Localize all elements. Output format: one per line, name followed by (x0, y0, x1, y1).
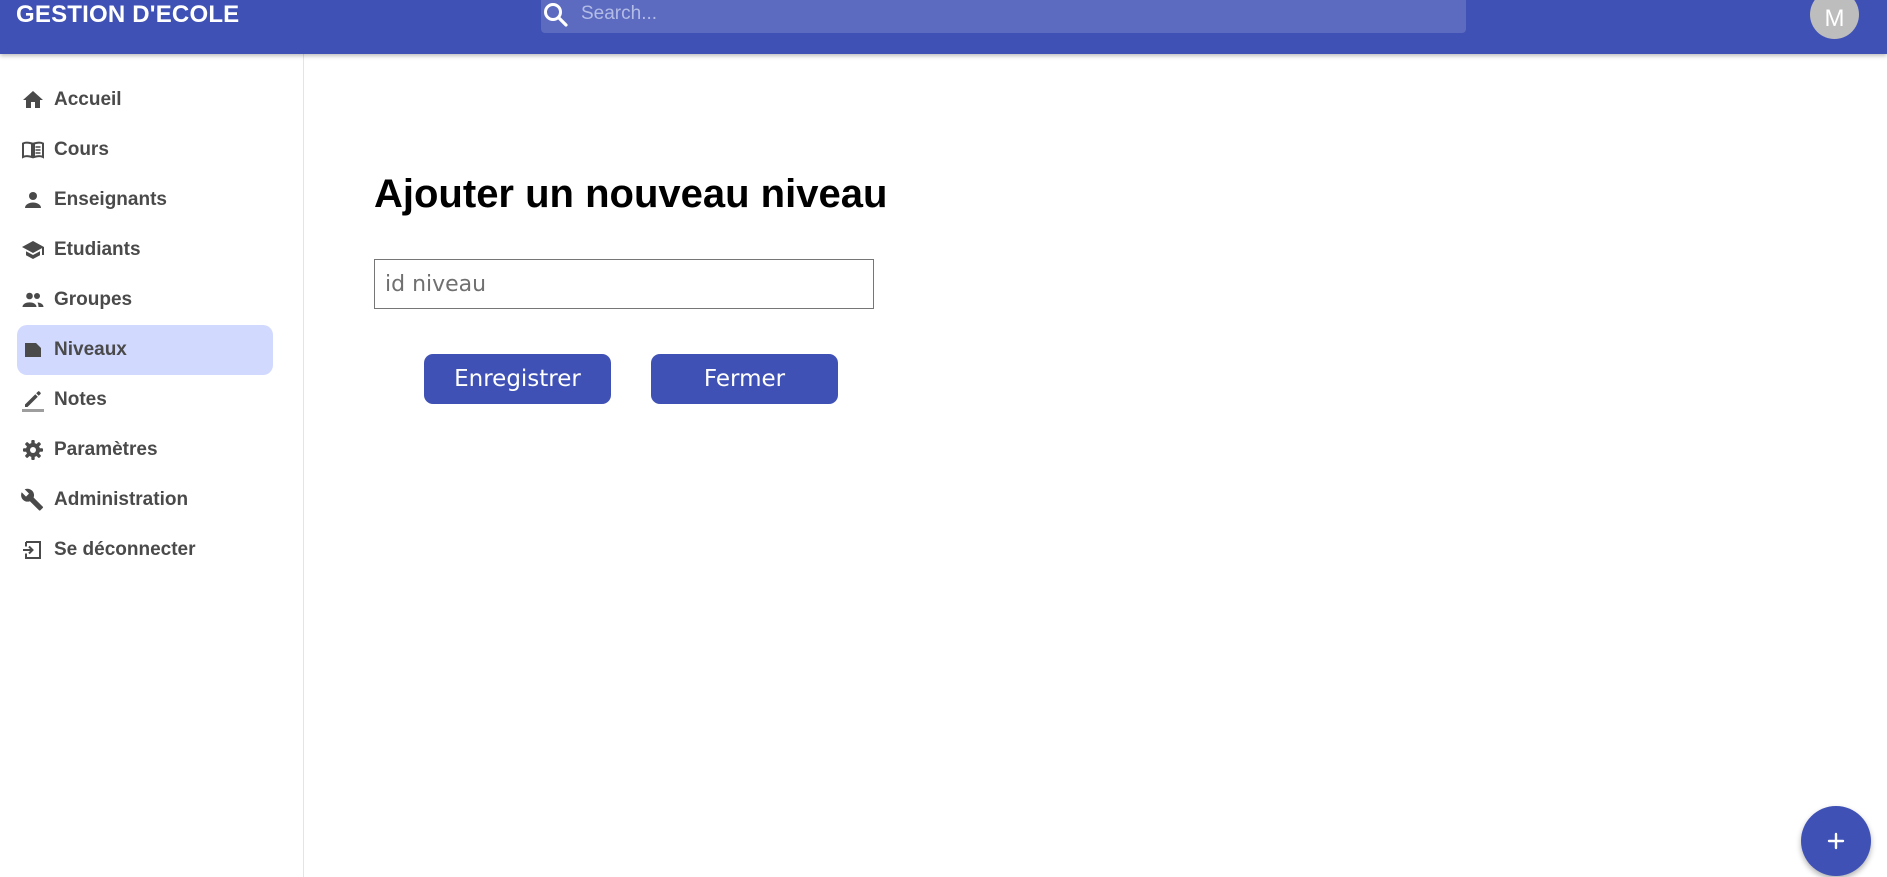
school-icon (21, 238, 45, 262)
plus-icon (1827, 832, 1845, 850)
main-content: Ajouter un nouveau niveau Enregistrer Fe… (304, 54, 1887, 877)
search-input[interactable] (581, 0, 1451, 28)
sidebar-item-parametres[interactable]: Paramètres (17, 425, 273, 475)
sidebar-item-label: Paramètres (54, 439, 158, 460)
add-fab-button[interactable] (1801, 806, 1871, 876)
sidebar-item-administration[interactable]: Administration (17, 475, 273, 525)
sidebar-item-cours[interactable]: Cours (17, 125, 273, 175)
home-icon (21, 88, 45, 112)
search-icon (541, 0, 571, 30)
sidebar-item-groupes[interactable]: Groupes (17, 275, 273, 325)
close-button[interactable]: Fermer (651, 354, 838, 404)
book-icon (21, 138, 45, 162)
sidebar-item-etudiants[interactable]: Etudiants (17, 225, 273, 275)
edit-icon (21, 388, 45, 412)
sidebar-item-label: Cours (54, 139, 109, 160)
sidebar-item-se-deconnecter[interactable]: Se déconnecter (17, 525, 273, 575)
app-title: GESTION D'ECOLE (16, 1, 240, 28)
sidebar-item-label: Notes (54, 389, 107, 410)
page-title: Ajouter un nouveau niveau (374, 172, 888, 216)
wrench-icon (21, 488, 45, 512)
sidebar-item-label: Groupes (54, 289, 133, 310)
person-icon (21, 188, 45, 212)
sidebar-item-label: Accueil (54, 89, 122, 110)
save-button[interactable]: Enregistrer (424, 354, 611, 404)
people-icon (21, 288, 45, 312)
sidebar-item-niveaux[interactable]: Niveaux (17, 325, 273, 375)
sidebar-item-label: Niveaux (54, 339, 127, 360)
gear-icon (21, 438, 45, 462)
sidebar-item-label: Se déconnecter (54, 539, 196, 560)
top-app-bar: GESTION D'ECOLE M (0, 0, 1887, 54)
avatar-initial: M (1824, 5, 1845, 32)
sidebar-item-accueil[interactable]: Accueil (17, 75, 273, 125)
sidebar-item-label: Administration (54, 489, 189, 510)
search-box[interactable] (541, 0, 1466, 33)
label-icon (21, 338, 45, 362)
sidebar-item-label: Etudiants (54, 239, 141, 260)
sidebar: Accueil Cours Enseignants Etudiants Grou… (0, 54, 304, 877)
avatar[interactable]: M (1810, 0, 1859, 39)
logout-icon (21, 538, 45, 562)
sidebar-item-enseignants[interactable]: Enseignants (17, 175, 273, 225)
id-niveau-input[interactable] (374, 259, 874, 309)
sidebar-item-notes[interactable]: Notes (17, 375, 273, 425)
sidebar-item-label: Enseignants (54, 189, 167, 210)
